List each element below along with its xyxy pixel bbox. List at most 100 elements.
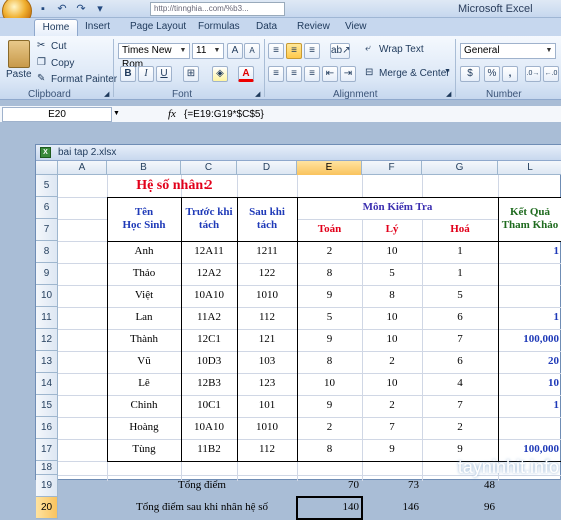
row-header[interactable]: 19 xyxy=(36,475,58,497)
physics-total-multiplied-cell[interactable]: 146 xyxy=(362,497,422,519)
font-name-select[interactable]: Times New Rom ▼ xyxy=(118,43,190,70)
row-header[interactable]: 14 xyxy=(36,373,58,395)
align-top-icon[interactable]: ≡ xyxy=(268,43,284,59)
tab-home[interactable]: Home xyxy=(34,19,78,37)
multiplier-value-cell[interactable]: 2 xyxy=(181,175,237,197)
physics-score-cell[interactable]: 10 xyxy=(362,241,422,263)
row-header[interactable]: 17 xyxy=(36,439,58,461)
class-before-cell[interactable]: 12A2 xyxy=(181,263,237,285)
paste-button[interactable]: Paste xyxy=(6,69,32,80)
physics-score-cell[interactable]: 10 xyxy=(362,373,422,395)
student-name-cell[interactable]: Anh xyxy=(107,241,181,263)
math-score-cell[interactable]: 2 xyxy=(297,241,362,263)
clipboard-launcher-icon[interactable]: ◢ xyxy=(104,90,109,98)
chem-score-cell[interactable]: 6 xyxy=(422,307,498,329)
chem-score-cell[interactable]: 7 xyxy=(422,395,498,417)
select-all-button[interactable] xyxy=(36,161,58,175)
format-painter-button[interactable]: Format Painter xyxy=(51,74,117,85)
insert-function-button[interactable]: fx xyxy=(168,108,176,120)
row-header[interactable]: 8 xyxy=(36,241,58,263)
math-score-cell[interactable]: 8 xyxy=(297,439,362,461)
wrap-text-button[interactable]: Wrap Text xyxy=(379,44,424,55)
increase-decimal-icon[interactable]: .0→ xyxy=(525,66,541,82)
tab-formulas[interactable]: Formulas xyxy=(198,21,240,32)
align-left-icon[interactable]: ≡ xyxy=(268,66,284,82)
class-after-cell[interactable]: 1010 xyxy=(237,417,297,439)
class-after-cell[interactable]: 101 xyxy=(237,395,297,417)
underline-button[interactable]: U xyxy=(156,66,172,82)
result-cell[interactable]: 10 xyxy=(498,373,561,395)
class-before-cell[interactable]: 10A10 xyxy=(181,417,237,439)
result-cell[interactable]: 1 xyxy=(498,395,561,417)
header-chem-cell[interactable]: Hoá xyxy=(422,219,498,241)
align-middle-icon[interactable]: ≡ xyxy=(286,43,302,59)
math-score-cell[interactable]: 8 xyxy=(297,263,362,285)
row-header[interactable]: 16 xyxy=(36,417,58,439)
align-bottom-icon[interactable]: ≡ xyxy=(304,43,320,59)
borders-icon[interactable]: ⊞ xyxy=(183,66,199,82)
physics-score-cell[interactable]: 10 xyxy=(362,329,422,351)
name-box[interactable]: E20 xyxy=(2,107,112,122)
physics-score-cell[interactable]: 9 xyxy=(362,439,422,461)
math-score-cell[interactable]: 9 xyxy=(297,285,362,307)
total-multiplied-label-cell[interactable]: Tổng điểm sau khi nhân hệ số xyxy=(107,497,297,519)
chem-score-cell[interactable]: 1 xyxy=(422,241,498,263)
student-name-cell[interactable]: Lê xyxy=(107,373,181,395)
tab-data[interactable]: Data xyxy=(256,21,277,32)
decrease-decimal-icon[interactable]: ←.0 xyxy=(543,66,559,82)
header-before-cell[interactable]: Trước khi tách xyxy=(181,197,237,241)
physics-score-cell[interactable]: 8 xyxy=(362,285,422,307)
customize-qat-icon[interactable]: ▾ xyxy=(93,2,107,16)
merge-center-button[interactable]: Merge & Center xyxy=(379,68,450,79)
currency-format-button[interactable]: $ xyxy=(460,66,480,82)
row-header[interactable]: 10 xyxy=(36,285,58,307)
column-header-d[interactable]: D xyxy=(237,161,297,175)
row-header[interactable]: 12 xyxy=(36,329,58,351)
class-before-cell[interactable]: 10C1 xyxy=(181,395,237,417)
column-header-e[interactable]: E xyxy=(297,161,362,175)
column-header-l[interactable]: L xyxy=(498,161,561,175)
physics-score-cell[interactable]: 5 xyxy=(362,263,422,285)
chem-score-cell[interactable]: 4 xyxy=(422,373,498,395)
result-cell[interactable] xyxy=(498,417,561,439)
align-right-icon[interactable]: ≡ xyxy=(304,66,320,82)
italic-button[interactable]: I xyxy=(138,66,154,82)
tab-insert[interactable]: Insert xyxy=(85,21,110,32)
total-label-cell[interactable]: Tổng điểm xyxy=(107,475,297,497)
class-after-cell[interactable]: 122 xyxy=(237,263,297,285)
header-math-cell[interactable]: Toán xyxy=(297,219,362,241)
class-after-cell[interactable]: 121 xyxy=(237,329,297,351)
redo-icon[interactable]: ↷ xyxy=(74,2,88,16)
student-name-cell[interactable]: Tùng xyxy=(107,439,181,461)
bold-button[interactable]: B xyxy=(120,66,136,82)
chem-score-cell[interactable]: 1 xyxy=(422,263,498,285)
column-header-c[interactable]: C xyxy=(181,161,237,175)
student-name-cell[interactable]: Chinh xyxy=(107,395,181,417)
header-after-cell[interactable]: Sau khi tách xyxy=(237,197,297,241)
number-format-select[interactable]: General ▼ xyxy=(460,43,556,59)
chem-total-cell[interactable]: 48 xyxy=(422,475,498,497)
increase-indent-icon[interactable]: ⇥ xyxy=(340,66,356,82)
grow-font-icon[interactable]: A xyxy=(227,43,243,59)
format-painter-icon[interactable]: ✎ xyxy=(37,73,45,84)
student-name-cell[interactable]: Hoàng xyxy=(107,417,181,439)
math-score-cell[interactable]: 10 xyxy=(297,373,362,395)
physics-score-cell[interactable]: 2 xyxy=(362,351,422,373)
column-header-a[interactable]: A xyxy=(58,161,107,175)
header-physics-cell[interactable]: Lý xyxy=(362,219,422,241)
student-name-cell[interactable]: Vũ xyxy=(107,351,181,373)
copy-icon[interactable]: ❐ xyxy=(37,57,46,68)
class-after-cell[interactable]: 103 xyxy=(237,351,297,373)
chevron-down-icon[interactable]: ▼ xyxy=(444,68,451,75)
class-after-cell[interactable]: 1211 xyxy=(237,241,297,263)
font-color-icon[interactable]: A xyxy=(238,66,254,82)
class-after-cell[interactable]: 123 xyxy=(237,373,297,395)
result-cell[interactable] xyxy=(498,285,561,307)
class-before-cell[interactable]: 11B2 xyxy=(181,439,237,461)
header-result-cell[interactable]: Kết Quả Tham Khảo xyxy=(498,197,561,241)
column-header-g[interactable]: G xyxy=(422,161,498,175)
row-header[interactable]: 7 xyxy=(36,219,58,241)
physics-score-cell[interactable]: 7 xyxy=(362,417,422,439)
row-header[interactable]: 15 xyxy=(36,395,58,417)
class-before-cell[interactable]: 10A10 xyxy=(181,285,237,307)
